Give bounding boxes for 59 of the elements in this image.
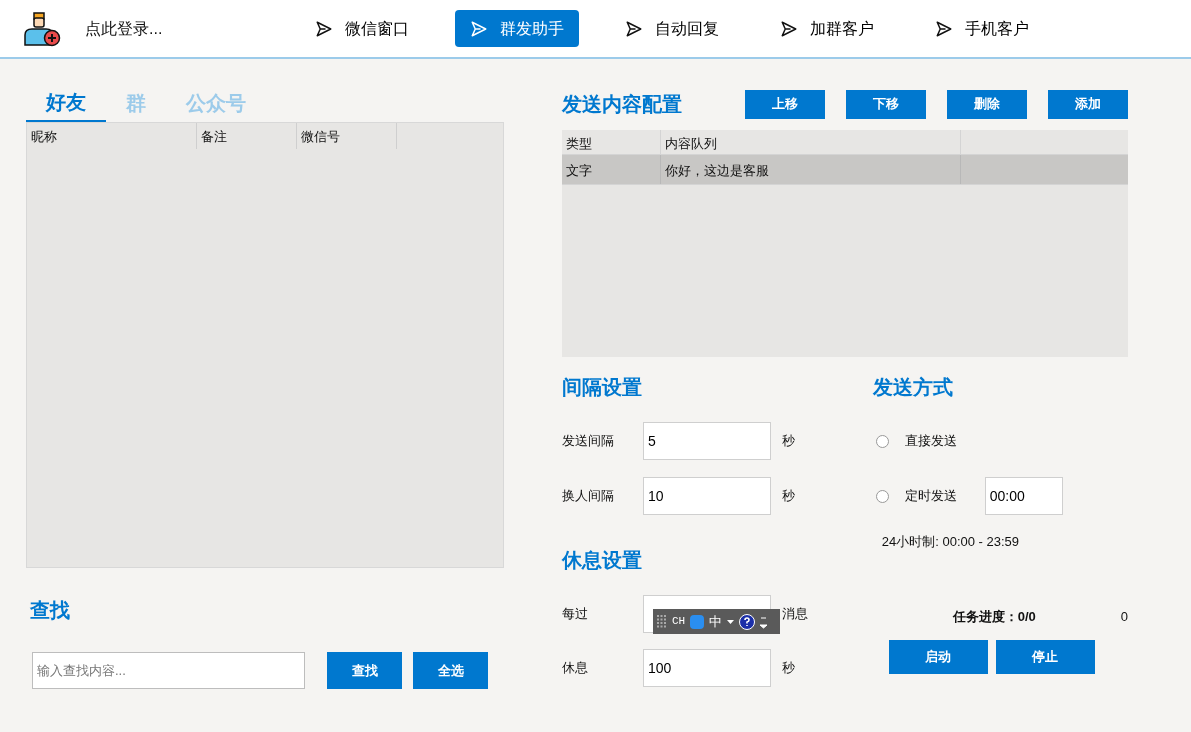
unit-label: 秒: [782, 432, 795, 451]
action-button[interactable]: 删除: [947, 89, 1027, 119]
section-title: 发送内容配置: [562, 92, 683, 117]
send-icon: [315, 19, 334, 38]
ime-mode[interactable]: CH: [672, 613, 686, 630]
column-header: 微信号: [297, 123, 397, 149]
field-label: 每过: [562, 605, 589, 624]
login-link[interactable]: 点此登录...: [85, 16, 163, 41]
nav-tab[interactable]: 手机客户: [920, 10, 1045, 47]
unit-label: 消息: [782, 605, 808, 624]
field-label: 休息: [562, 659, 589, 678]
time-field[interactable]: 00:00: [984, 477, 1063, 515]
time-hint: 24小时制: 00:00 - 23:59: [881, 533, 1021, 551]
unit-label: 秒: [782, 487, 795, 506]
send-icon: [935, 19, 954, 38]
help-icon[interactable]: [739, 613, 756, 630]
nav-tab[interactable]: 群发助手: [455, 10, 580, 47]
send-icon: [625, 19, 644, 38]
search-field[interactable]: 输入查找内容...: [32, 652, 305, 689]
ime-language[interactable]: 中: [709, 611, 723, 632]
section-title: 发送方式: [872, 375, 954, 400]
radio-label[interactable]: 直接发送: [904, 431, 985, 451]
nav-tab[interactable]: 加群客户: [765, 10, 890, 47]
action-button[interactable]: 查找: [327, 652, 402, 689]
column-header: 类型: [562, 130, 661, 154]
action-button[interactable]: 全选: [413, 652, 488, 689]
radio-button[interactable]: [875, 489, 889, 503]
section-title: 间隔设置: [562, 375, 643, 400]
send-icon: [780, 19, 799, 38]
column-header: 备注: [197, 123, 297, 149]
column-header: 昵称: [27, 123, 197, 149]
progress-label: 任务进度：0/0: [952, 607, 1037, 626]
progress-count: 0: [1120, 607, 1128, 626]
dropdown-icon[interactable]: [727, 619, 735, 624]
nav-tab[interactable]: 微信窗口: [300, 10, 425, 47]
radio-button[interactable]: [875, 434, 889, 448]
number-field[interactable]: 100: [643, 649, 771, 687]
section-title: 休息设置: [562, 548, 643, 573]
number-field[interactable]: 5: [643, 422, 771, 460]
send-icon: [470, 19, 489, 38]
nav-tab[interactable]: 自动回复: [610, 10, 735, 47]
unit-label: 秒: [782, 659, 795, 678]
radio-label[interactable]: 定时发送: [904, 486, 985, 506]
action-button[interactable]: 添加: [1048, 89, 1128, 119]
table-row[interactable]: 文字 你好，这边是客服: [562, 155, 1128, 185]
field-label: 发送间隔: [562, 432, 615, 451]
action-button[interactable]: 上移: [745, 89, 825, 119]
number-field[interactable]: 10: [643, 477, 771, 515]
table-cell: 文字: [562, 155, 661, 184]
action-button[interactable]: 停止: [995, 640, 1095, 674]
field-label: 换人间隔: [562, 487, 615, 506]
grip-icon: [657, 614, 667, 629]
action-button[interactable]: 下移: [846, 89, 926, 119]
section-title: 查找: [30, 598, 71, 623]
action-button[interactable]: 启动: [888, 640, 988, 674]
minimize-icon[interactable]: [760, 614, 768, 629]
table-cell: 你好，这边是客服: [661, 155, 961, 184]
user-add-icon: [22, 10, 62, 47]
column-header: 内容队列: [661, 130, 961, 154]
